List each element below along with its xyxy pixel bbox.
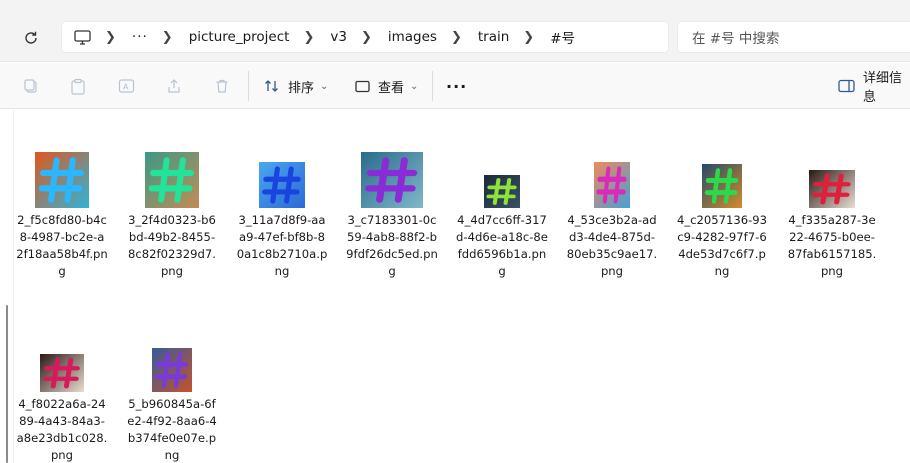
file-name: 4_4d7cc6ff-317d-4d6e-a18c-8efdd6596b1a.p…: [456, 213, 548, 278]
view-label: 查看: [378, 80, 405, 96]
trash-icon: [216, 79, 228, 93]
image-thumbnail: [594, 162, 630, 208]
sort-label: 排序: [288, 80, 315, 96]
hash-icon: [262, 166, 301, 204]
hash-icon: [365, 157, 418, 203]
more-options-button[interactable]: ···: [446, 73, 467, 99]
search-placeholder: 在 #号 中搜索: [692, 31, 780, 47]
details-label: 详细信息: [863, 71, 903, 105]
address-box[interactable]: ❯ ··· ❯ picture_project ❯ v3 ❯ images ❯ …: [61, 21, 669, 53]
toolbar-divider: [432, 71, 433, 101]
share-button[interactable]: [163, 75, 185, 97]
file-item[interactable]: 3_2f4d0323-b6bd-49b2-8455-8c82f02329d7.p…: [122, 150, 222, 280]
breadcrumb-item[interactable]: train: [478, 29, 509, 45]
chevron-down-icon: ⌄: [320, 80, 329, 92]
chevron-down-icon: ⌄: [410, 80, 419, 92]
image-thumbnail: [702, 164, 742, 208]
paste-button[interactable]: [67, 75, 89, 97]
rename-button[interactable]: A: [115, 75, 137, 97]
address-bar-row: ❯ ··· ❯ picture_project ❯ v3 ❯ images ❯ …: [0, 0, 910, 62]
file-name: 5_b960845a-6fe2-4f92-8aa6-4b374fe0e07e.p…: [127, 397, 217, 462]
image-thumbnail: [361, 152, 423, 208]
breadcrumb-overflow[interactable]: ···: [132, 29, 148, 45]
hash-icon: [596, 166, 627, 204]
copy-button[interactable]: [20, 75, 42, 97]
details-pane-button[interactable]: 详细信息: [838, 71, 910, 105]
search-input[interactable]: 在 #号 中搜索: [677, 21, 910, 53]
file-name: 4_f335a287-3e22-4675-b0ee-87fab6157185.p…: [787, 213, 877, 278]
file-name: 2_f5c8fd80-b4c8-4987-bc2e-a2f18aa58b4f.p…: [16, 213, 108, 278]
breadcrumb-item[interactable]: images: [388, 29, 437, 45]
file-item[interactable]: 4_c2057136-93c9-4282-97f7-64de53d7c6f7.p…: [672, 150, 772, 280]
svg-text:A: A: [123, 83, 129, 92]
sort-button[interactable]: 排序 ⌄: [264, 73, 328, 99]
image-thumbnail: [809, 170, 855, 208]
paste-icon: [71, 78, 85, 95]
chevron-right-icon: ❯: [161, 29, 173, 45]
file-name: 4_f8022a6a-2489-4a43-84a3-a8e23db1c028.p…: [16, 397, 108, 462]
hash-icon: [704, 168, 739, 204]
hash-icon: [812, 173, 851, 205]
breadcrumb-item[interactable]: v3: [330, 29, 347, 45]
computer-icon[interactable]: [74, 29, 91, 45]
rename-icon: A: [118, 79, 134, 93]
file-name: 3_c7183301-0c59-4ab8-88f2-b9fdf26dc5ed.p…: [346, 213, 438, 278]
chevron-right-icon: ❯: [523, 29, 535, 45]
image-thumbnail: [259, 162, 305, 208]
toolbar-divider: [248, 71, 249, 101]
file-item[interactable]: 3_11a7d8f9-aaa9-47ef-bf8b-80a1c8b2710a.p…: [232, 150, 332, 280]
chevron-right-icon: ❯: [360, 29, 372, 45]
view-button[interactable]: 查看 ⌄: [355, 73, 418, 99]
image-thumbnail: [484, 175, 520, 208]
image-thumbnail: [145, 152, 199, 208]
view-icon: [355, 80, 370, 93]
file-item[interactable]: 4_f8022a6a-2489-4a43-84a3-a8e23db1c028.p…: [12, 334, 112, 463]
chevron-right-icon: ❯: [450, 29, 462, 45]
share-icon: [168, 79, 180, 93]
file-item[interactable]: 5_b960845a-6fe2-4f92-8aa6-4b374fe0e07e.p…: [122, 334, 222, 463]
chevron-right-icon: ❯: [105, 29, 116, 45]
hash-icon: [154, 352, 189, 388]
sort-icon: [264, 79, 280, 93]
file-item[interactable]: 4_f335a287-3e22-4675-b0ee-87fab6157185.p…: [782, 150, 882, 280]
file-name: 4_c2057136-93c9-4282-97f7-64de53d7c6f7.p…: [676, 213, 768, 278]
file-item[interactable]: 4_53ce3b2a-add3-4de4-875d-80eb35c9ae17.p…: [562, 150, 662, 280]
file-item[interactable]: 3_c7183301-0c59-4ab8-88f2-b9fdf26dc5ed.p…: [342, 150, 442, 280]
file-item[interactable]: 4_4d7cc6ff-317d-4d6e-a18c-8efdd6596b1a.p…: [452, 150, 552, 280]
file-item[interactable]: 2_f5c8fd80-b4c8-4987-bc2e-a2f18aa58b4f.p…: [12, 150, 112, 280]
delete-button[interactable]: [211, 75, 233, 97]
breadcrumb-item-current[interactable]: #号: [550, 27, 575, 47]
scrollbar-thumb[interactable]: [6, 305, 8, 463]
command-bar: A 排序 ⌄ 查看 ⌄ ··· 详细信息: [0, 63, 910, 109]
refresh-icon: [25, 31, 37, 44]
hash-icon: [43, 357, 80, 389]
file-name: 3_2f4d0323-b6bd-49b2-8455-8c82f02329d7.p…: [128, 213, 216, 278]
file-name: 4_53ce3b2a-add3-4de4-875d-80eb35c9ae17.p…: [566, 213, 658, 278]
hash-icon: [148, 157, 194, 203]
refresh-button[interactable]: [20, 27, 42, 49]
hash-icon: [38, 157, 84, 203]
hash-icon: [486, 178, 517, 205]
image-thumbnail: [152, 348, 192, 392]
breadcrumb-item[interactable]: picture_project: [189, 29, 290, 45]
details-pane-icon: [838, 79, 855, 93]
image-thumbnail: [40, 354, 84, 392]
copy-icon: [24, 79, 37, 93]
image-thumbnail: [35, 152, 89, 208]
chevron-right-icon: ❯: [303, 29, 315, 45]
file-name: 3_11a7d8f9-aaa9-47ef-bf8b-80a1c8b2710a.p…: [236, 213, 328, 278]
